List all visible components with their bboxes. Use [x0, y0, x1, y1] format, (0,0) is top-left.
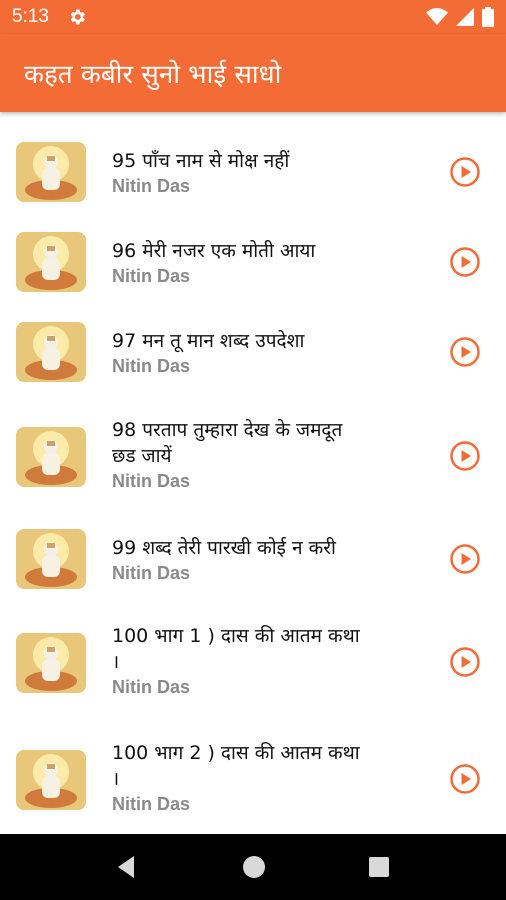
saint-thumbnail [16, 427, 86, 487]
saint-thumbnail [16, 142, 86, 202]
saint-thumbnail [16, 322, 86, 382]
song-texts: 96 मेरी नजर एक मोती आया Nitin Das [112, 238, 402, 287]
battery-icon [482, 7, 494, 27]
saint-thumbnail [16, 529, 86, 589]
wifi-icon [426, 8, 448, 25]
song-title: 97 मन तू मान शब्द उपदेशा [112, 330, 305, 352]
cellular-icon [456, 8, 474, 26]
app-bar: कहत कबीर सुनो भाई साधो [0, 34, 506, 112]
status-time: 5:13 [12, 6, 49, 27]
list-item[interactable]: 98 परताप तुम्हारा देख के जमदूत छड जायें … [0, 412, 506, 504]
list-item[interactable]: 99 शब्द तेरी पारखी कोई न करी Nitin Das [0, 519, 506, 599]
song-texts: 100 भाग 1 ) दास की आतम कथा । Nitin Das [112, 623, 402, 698]
song-artist: Nitin Das [112, 266, 191, 286]
navigation-bar [0, 834, 506, 900]
song-title: 96 मेरी नजर एक मोती आया [112, 240, 316, 262]
recents-icon[interactable] [369, 857, 389, 877]
list-item[interactable]: 95 पाँच नाम से मोक्ष नहीं Nitin Das [0, 132, 506, 212]
app-title: कहत कबीर सुनो भाई साधो [24, 60, 282, 90]
song-artist: Nitin Das [112, 471, 191, 491]
saint-thumbnail [16, 750, 86, 810]
song-title: 100 भाग 1 ) दास की आतम कथा । [112, 625, 360, 673]
status-bar: 5:13 [0, 0, 506, 34]
screen: 5:13 कहत कबीर सुनो भाई साधो 95 पाँच नाम … [0, 0, 506, 900]
song-list[interactable]: 95 पाँच नाम से मोक्ष नहीं Nitin Das 96 म… [0, 112, 506, 834]
song-artist: Nitin Das [112, 794, 191, 814]
song-artist: Nitin Das [112, 356, 191, 376]
song-artist: Nitin Das [112, 563, 191, 583]
song-texts: 97 मन तू मान शब्द उपदेशा Nitin Das [112, 328, 402, 377]
play-circle-icon[interactable] [449, 543, 481, 575]
list-item[interactable]: 96 मेरी नजर एक मोती आया Nitin Das [0, 222, 506, 302]
play-circle-icon[interactable] [449, 646, 481, 678]
song-title: 95 पाँच नाम से मोक्ष नहीं [112, 150, 290, 172]
gear-icon [70, 9, 85, 25]
play-circle-icon[interactable] [449, 246, 481, 278]
play-circle-icon[interactable] [449, 336, 481, 368]
song-artist: Nitin Das [112, 176, 191, 196]
play-circle-icon[interactable] [449, 440, 481, 472]
song-texts: 98 परताप तुम्हारा देख के जमदूत छड जायें … [112, 417, 402, 492]
saint-thumbnail [16, 633, 86, 693]
song-title: 98 परताप तुम्हारा देख के जमदूत छड जायें [112, 419, 343, 467]
list-item[interactable]: 100 भाग 2 ) दास की आतम कथा । Nitin Das [0, 735, 506, 827]
home-icon[interactable] [243, 856, 265, 878]
song-artist: Nitin Das [112, 677, 191, 697]
saint-thumbnail [16, 232, 86, 292]
song-texts: 100 भाग 2 ) दास की आतम कथा । Nitin Das [112, 740, 402, 815]
list-item[interactable]: 100 भाग 1 ) दास की आतम कथा । Nitin Das [0, 618, 506, 710]
back-icon[interactable] [116, 855, 136, 879]
list-item[interactable]: 97 मन तू मान शब्द उपदेशा Nitin Das [0, 312, 506, 392]
song-title: 100 भाग 2 ) दास की आतम कथा । [112, 742, 360, 790]
song-texts: 95 पाँच नाम से मोक्ष नहीं Nitin Das [112, 148, 402, 197]
play-circle-icon[interactable] [449, 763, 481, 795]
play-circle-icon[interactable] [449, 156, 481, 188]
song-title: 99 शब्द तेरी पारखी कोई न करी [112, 537, 336, 559]
song-texts: 99 शब्द तेरी पारखी कोई न करी Nitin Das [112, 535, 402, 584]
